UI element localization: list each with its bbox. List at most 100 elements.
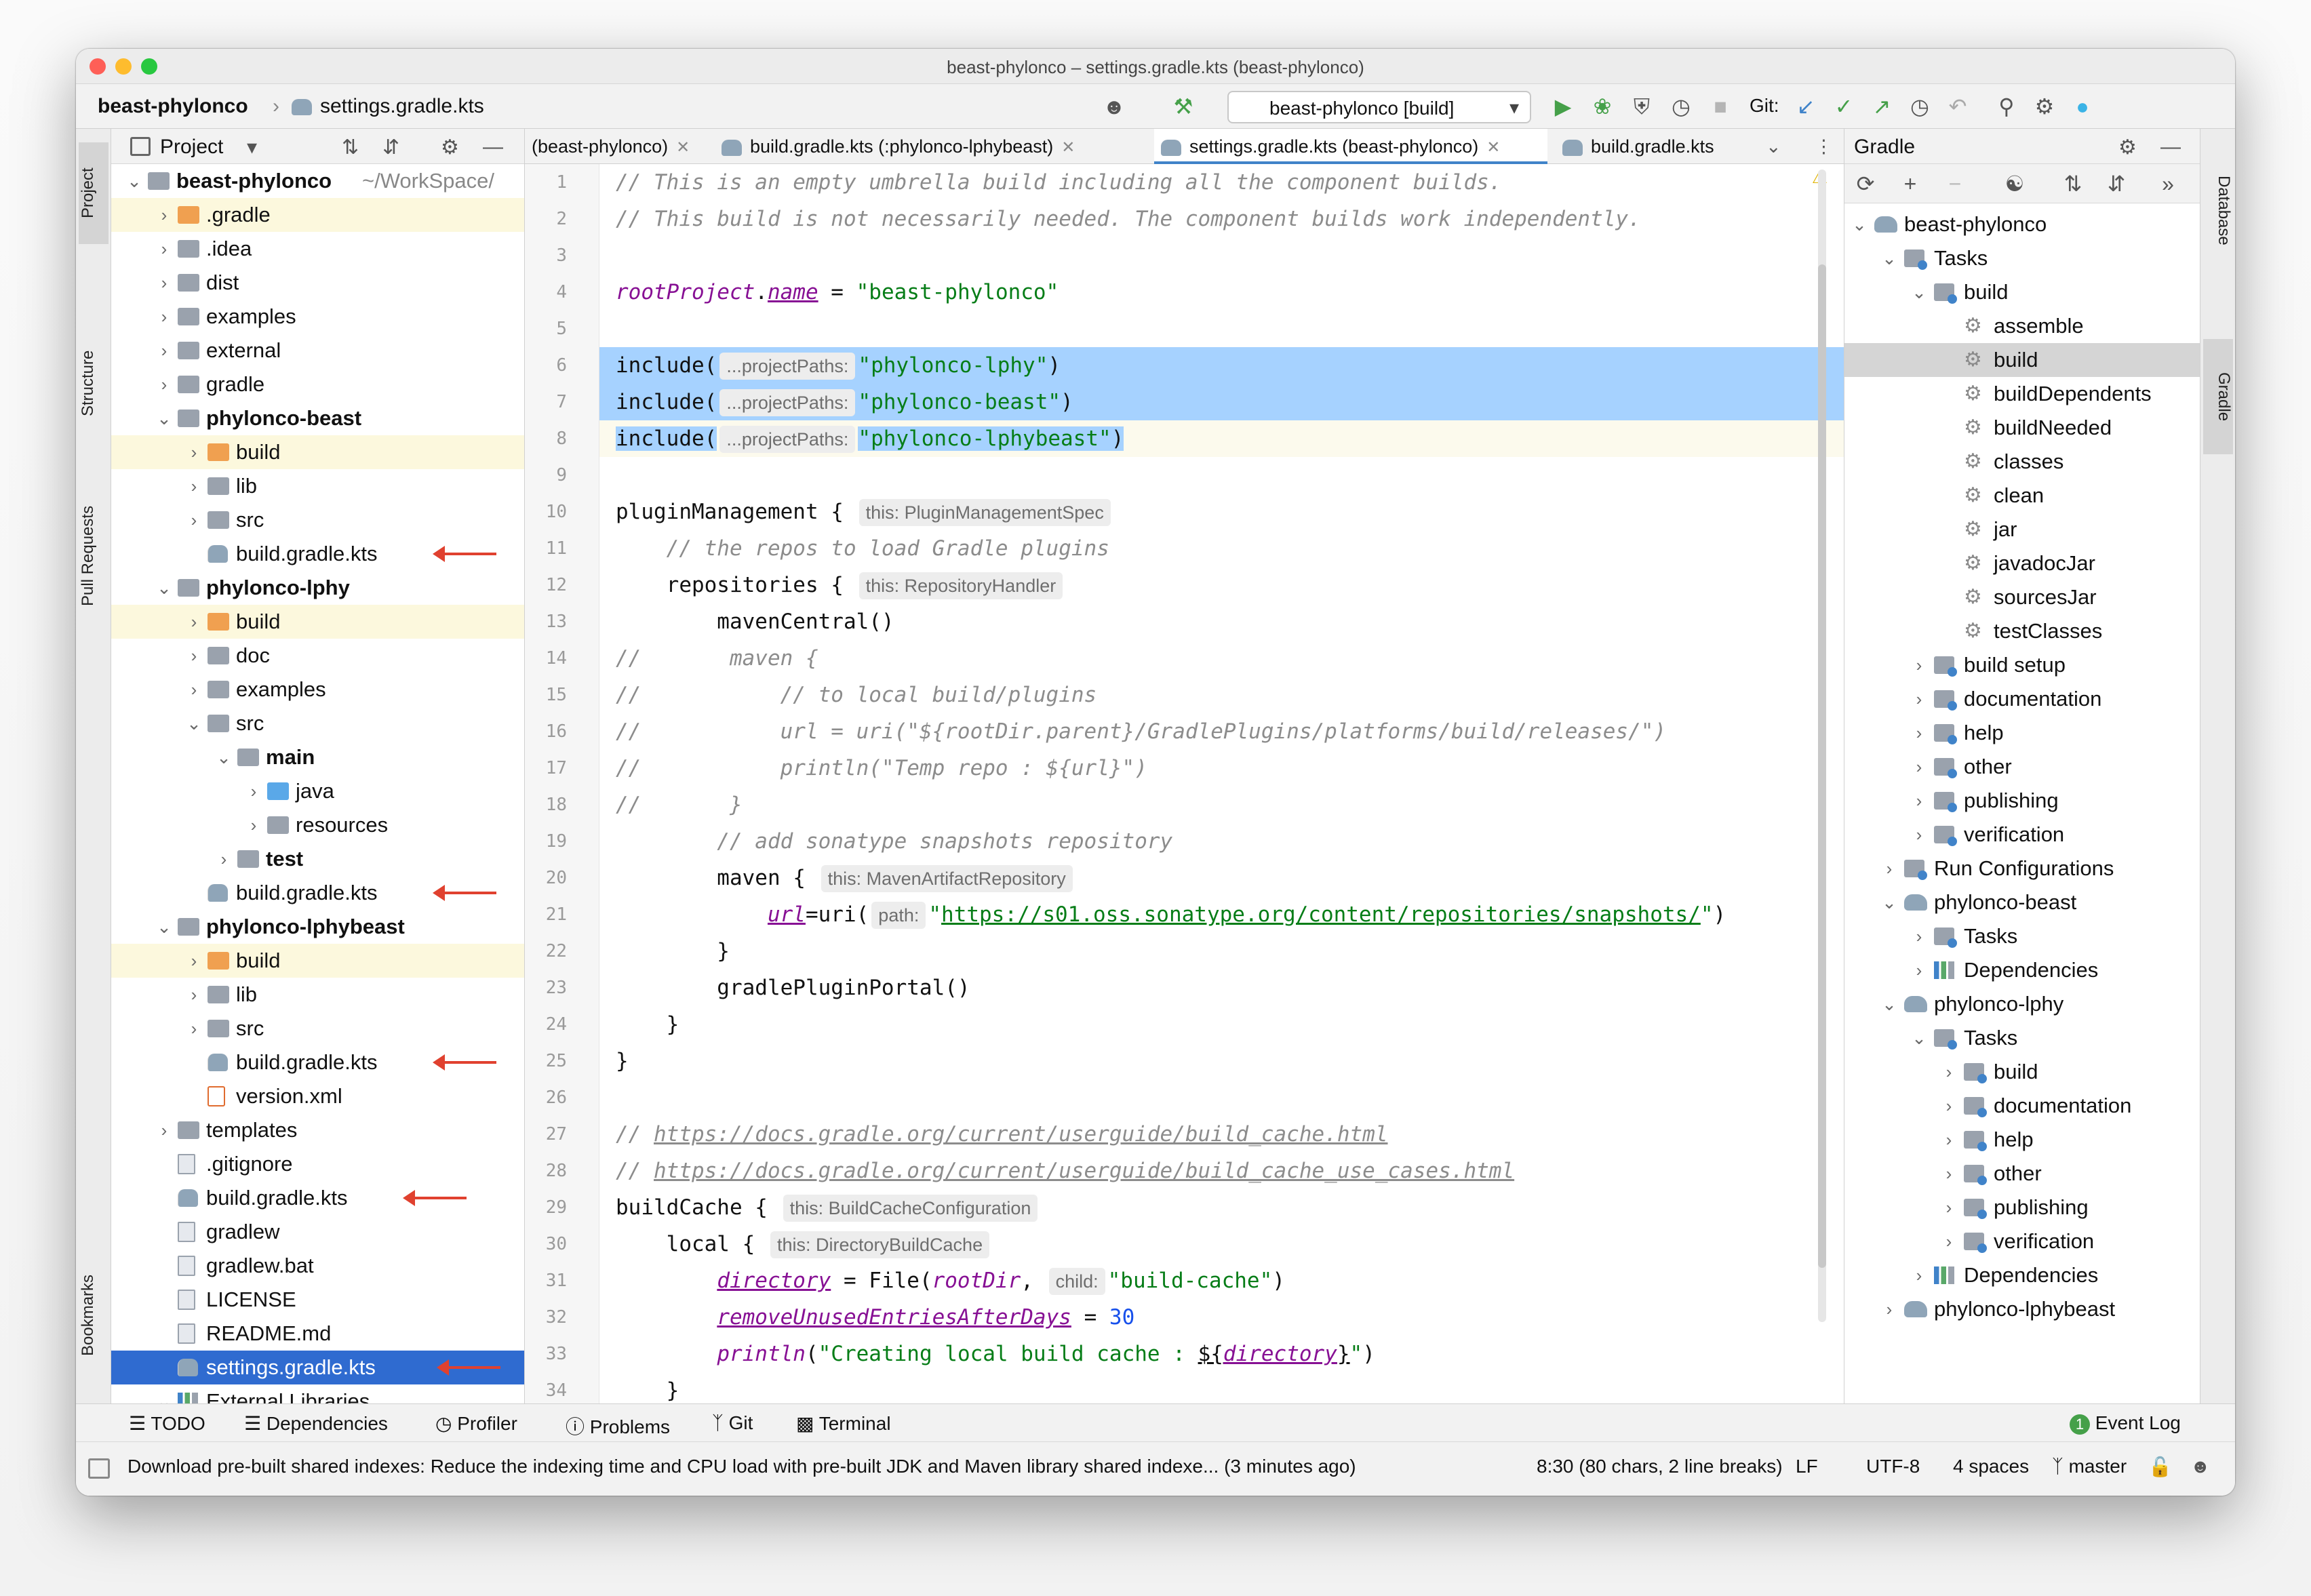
project-tree-item[interactable]: settings.gradle.kts xyxy=(111,1351,524,1384)
hide-panel-icon[interactable]: — xyxy=(483,136,503,159)
gradle-tree-item[interactable]: › verification xyxy=(1844,1224,2200,1258)
gradle-tree-item[interactable]: ⚙ clean xyxy=(1844,479,2200,513)
gradle-tree-item[interactable]: ⚙ buildNeeded xyxy=(1844,411,2200,445)
chevron-right-icon[interactable]: › xyxy=(245,808,262,842)
project-tree-item[interactable]: version.xml xyxy=(111,1079,524,1113)
gradle-tree-item[interactable]: › phylonco-lphybeast xyxy=(1844,1292,2200,1326)
gradle-tree-item[interactable]: ⚙ classes xyxy=(1844,445,2200,479)
code-line[interactable]: include(...projectPaths: "phylonco-beast"… xyxy=(599,384,1844,420)
chevron-right-icon[interactable]: › xyxy=(1911,750,1927,784)
code-line[interactable]: // https://docs.gradle.org/current/userg… xyxy=(599,1153,1844,1189)
chevron-right-icon[interactable]: › xyxy=(156,232,172,266)
line-separator[interactable]: LF xyxy=(1796,1456,1818,1477)
chevron-right-icon[interactable]: › xyxy=(186,639,202,673)
gradle-tree-item[interactable]: ⚙ buildDependents xyxy=(1844,377,2200,411)
gradle-tree-item[interactable]: ⌄ Tasks xyxy=(1844,1021,2200,1055)
expand-all-icon[interactable]: ⇅ xyxy=(2059,169,2087,198)
problems-tool-button[interactable]: ⓘ Problems xyxy=(566,1412,670,1439)
gradle-tree-item[interactable]: › build xyxy=(1844,1055,2200,1089)
chevron-right-icon[interactable]: › xyxy=(186,469,202,503)
chevron-down-icon[interactable]: ▾ xyxy=(247,136,257,159)
panel-settings-gear-icon[interactable]: ⚙ xyxy=(441,136,459,159)
gradle-tree-item[interactable]: ⌄ build xyxy=(1844,275,2200,309)
git-branch-widget[interactable]: ᛉ master xyxy=(2052,1456,2127,1477)
chevron-right-icon[interactable]: › xyxy=(1911,716,1927,750)
chevron-right-icon[interactable]: › xyxy=(1911,648,1927,682)
code-line[interactable]: local { this: DirectoryBuildCache xyxy=(599,1226,1844,1262)
profile-icon[interactable]: ◷ xyxy=(1667,92,1695,121)
project-tree-item[interactable]: › src xyxy=(111,1012,524,1045)
close-tab-icon[interactable]: ✕ xyxy=(1061,138,1075,157)
terminal-tool-button[interactable]: ▩ Terminal xyxy=(796,1412,891,1435)
code-area[interactable]: // This is an empty umbrella build inclu… xyxy=(599,164,1844,1403)
chevron-right-icon[interactable]: › xyxy=(186,673,202,706)
code-line[interactable] xyxy=(599,237,1844,274)
gradle-tree-item[interactable]: › Run Configurations xyxy=(1844,852,2200,885)
chevron-down-icon[interactable]: ⌄ xyxy=(1881,885,1897,919)
project-tree-item[interactable]: › templates xyxy=(111,1113,524,1147)
gradle-tree-item[interactable]: › help xyxy=(1844,1123,2200,1157)
gradle-tree-item[interactable]: › Dependencies xyxy=(1844,1258,2200,1292)
code-line[interactable] xyxy=(599,1079,1844,1116)
tool-tab-bookmarks[interactable]: Bookmarks xyxy=(79,1254,108,1376)
code-line[interactable]: url=uri(path: "https://s01.oss.sonatype.o… xyxy=(599,896,1844,933)
chevron-down-icon[interactable]: ⌄ xyxy=(156,910,172,944)
chevron-right-icon[interactable]: › xyxy=(1911,1258,1927,1292)
project-tree-item[interactable]: › resources xyxy=(111,808,524,842)
gradle-tree-item[interactable]: › Dependencies xyxy=(1844,953,2200,987)
code-line[interactable]: // // to local build/plugins xyxy=(599,677,1844,713)
project-tree-item[interactable]: › examples xyxy=(111,300,524,334)
code-line[interactable]: rootProject.name = "beast-phylonco" xyxy=(599,274,1844,311)
tool-tab-project[interactable]: Project xyxy=(79,142,108,244)
chevron-right-icon[interactable]: › xyxy=(1941,1157,1957,1191)
code-line[interactable]: removeUnusedEntriesAfterDays = 30 xyxy=(599,1299,1844,1336)
profiler-tool-button[interactable]: ◷ Profiler xyxy=(435,1412,517,1435)
code-line[interactable]: // } xyxy=(599,786,1844,823)
gradle-tree-item[interactable]: › verification xyxy=(1844,818,2200,852)
project-tree-item[interactable]: › build xyxy=(111,944,524,978)
chevron-right-icon[interactable]: › xyxy=(156,266,172,300)
code-line[interactable]: directory = File(rootDir, child: "build-c… xyxy=(599,1262,1844,1299)
gradle-tree-item[interactable]: › other xyxy=(1844,750,2200,784)
editor-tab[interactable]: (beast-phylonco) ✕ xyxy=(532,129,711,164)
code-line[interactable]: println("Creating local build cache : ${… xyxy=(599,1336,1844,1372)
gradle-tree-item[interactable]: ⚙ javadocJar xyxy=(1844,546,2200,580)
code-line[interactable]: include(...projectPaths: "phylonco-lphy") xyxy=(599,347,1844,384)
project-tree-item[interactable]: ⌄ phylonco-lphybeast xyxy=(111,910,524,944)
chevron-right-icon[interactable]: › xyxy=(156,367,172,401)
chevron-right-icon[interactable]: › xyxy=(1911,784,1927,818)
code-line[interactable]: repositories { this: RepositoryHandler xyxy=(599,567,1844,603)
project-tree-item[interactable]: gradlew xyxy=(111,1215,524,1249)
chevron-right-icon[interactable]: › xyxy=(1941,1123,1957,1157)
project-tree-item[interactable]: LICENSE xyxy=(111,1283,524,1317)
tool-tab-database[interactable]: Database xyxy=(2203,142,2233,278)
code-line[interactable]: mavenCentral() xyxy=(599,603,1844,640)
breadcrumb-project[interactable]: beast-phylonco xyxy=(98,95,248,118)
project-view-select[interactable]: Project xyxy=(160,136,223,159)
code-line[interactable]: } xyxy=(599,933,1844,970)
status-message[interactable]: Download pre-built shared indexes: Reduc… xyxy=(127,1456,1356,1477)
code-line[interactable]: include(...projectPaths: "phylonco-lphybe… xyxy=(599,420,1844,457)
chevron-down-icon[interactable]: ⌄ xyxy=(1911,275,1927,309)
project-tree-item[interactable]: › doc xyxy=(111,639,524,673)
event-log-button[interactable]: 1 Event Log xyxy=(2070,1412,2181,1435)
code-line[interactable] xyxy=(599,311,1844,347)
settings-gear-icon[interactable]: ⚙ xyxy=(2030,92,2059,121)
chevron-down-icon[interactable]: ⌄ xyxy=(156,571,172,605)
gradle-tree-item[interactable]: › other xyxy=(1844,1157,2200,1191)
code-line[interactable] xyxy=(599,457,1844,494)
project-tree-item[interactable]: › lib xyxy=(111,978,524,1012)
project-tree-item[interactable]: › external xyxy=(111,334,524,367)
debug-icon[interactable]: ❀ xyxy=(1588,92,1617,121)
chevron-down-icon[interactable]: ⌄ xyxy=(156,401,172,435)
chevron-right-icon[interactable]: › xyxy=(1941,1191,1957,1224)
file-encoding[interactable]: UTF-8 xyxy=(1866,1456,1920,1477)
remove-icon[interactable]: − xyxy=(1941,169,1969,198)
breadcrumb-file[interactable]: settings.gradle.kts xyxy=(320,95,484,118)
tool-tab-pull-requests[interactable]: Pull Requests xyxy=(79,481,108,631)
gradle-tree-item[interactable]: ⌄ Tasks xyxy=(1844,241,2200,275)
project-tree-item[interactable]: › .idea xyxy=(111,232,524,266)
code-line[interactable]: maven { this: MavenArtifactRepository xyxy=(599,860,1844,896)
project-tree-item[interactable]: › src xyxy=(111,503,524,537)
gradle-tree-item[interactable]: › documentation xyxy=(1844,1089,2200,1123)
